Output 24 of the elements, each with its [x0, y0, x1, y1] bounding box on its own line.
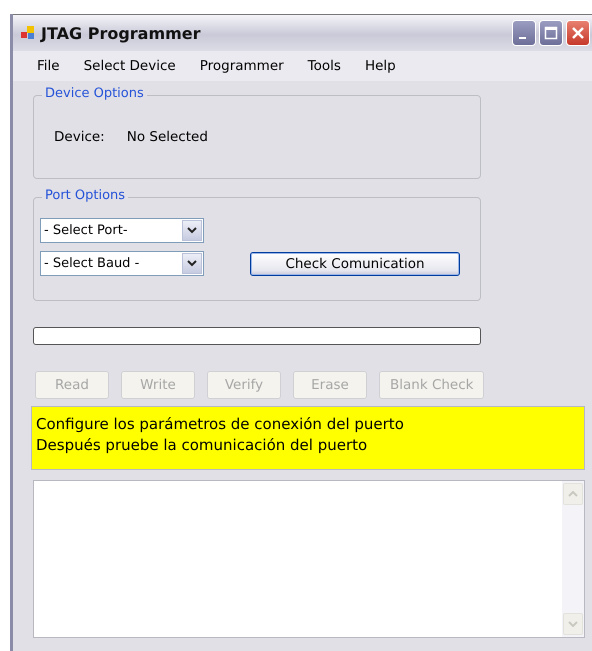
maximize-button[interactable] [539, 20, 563, 46]
menu-item[interactable]: Help [352, 58, 408, 74]
baud-dropdown[interactable]: - Select Baud - [40, 251, 204, 276]
caret-up-icon [568, 491, 578, 497]
app-icon [21, 26, 35, 40]
device-label: Device: [54, 129, 105, 145]
minimize-button[interactable] [512, 20, 536, 46]
group-title: Port Options [42, 188, 128, 203]
group-title: Device Options [42, 86, 147, 101]
device-value: No Selected [126, 129, 208, 145]
menu-item[interactable]: Tools [296, 58, 353, 74]
message-text: Después pruebe la comunicación del puerto [36, 435, 368, 456]
close-button[interactable] [566, 20, 590, 46]
menu-item[interactable]: Programmer [188, 58, 296, 74]
port-dropdown[interactable]: - Select Port- [40, 218, 204, 243]
menu-item[interactable]: File [25, 58, 72, 74]
caret-down-icon [568, 621, 578, 627]
menu-item[interactable]: Select Device [72, 58, 188, 74]
maximize-icon [544, 26, 558, 40]
close-icon [571, 26, 585, 40]
message-text: Configure los parámetros de conexión del puerto [36, 414, 405, 435]
check-communication-button[interactable]: Check Comunication [250, 252, 460, 276]
minimize-icon [518, 37, 526, 39]
window-title: JTAG Programmer [41, 24, 202, 42]
